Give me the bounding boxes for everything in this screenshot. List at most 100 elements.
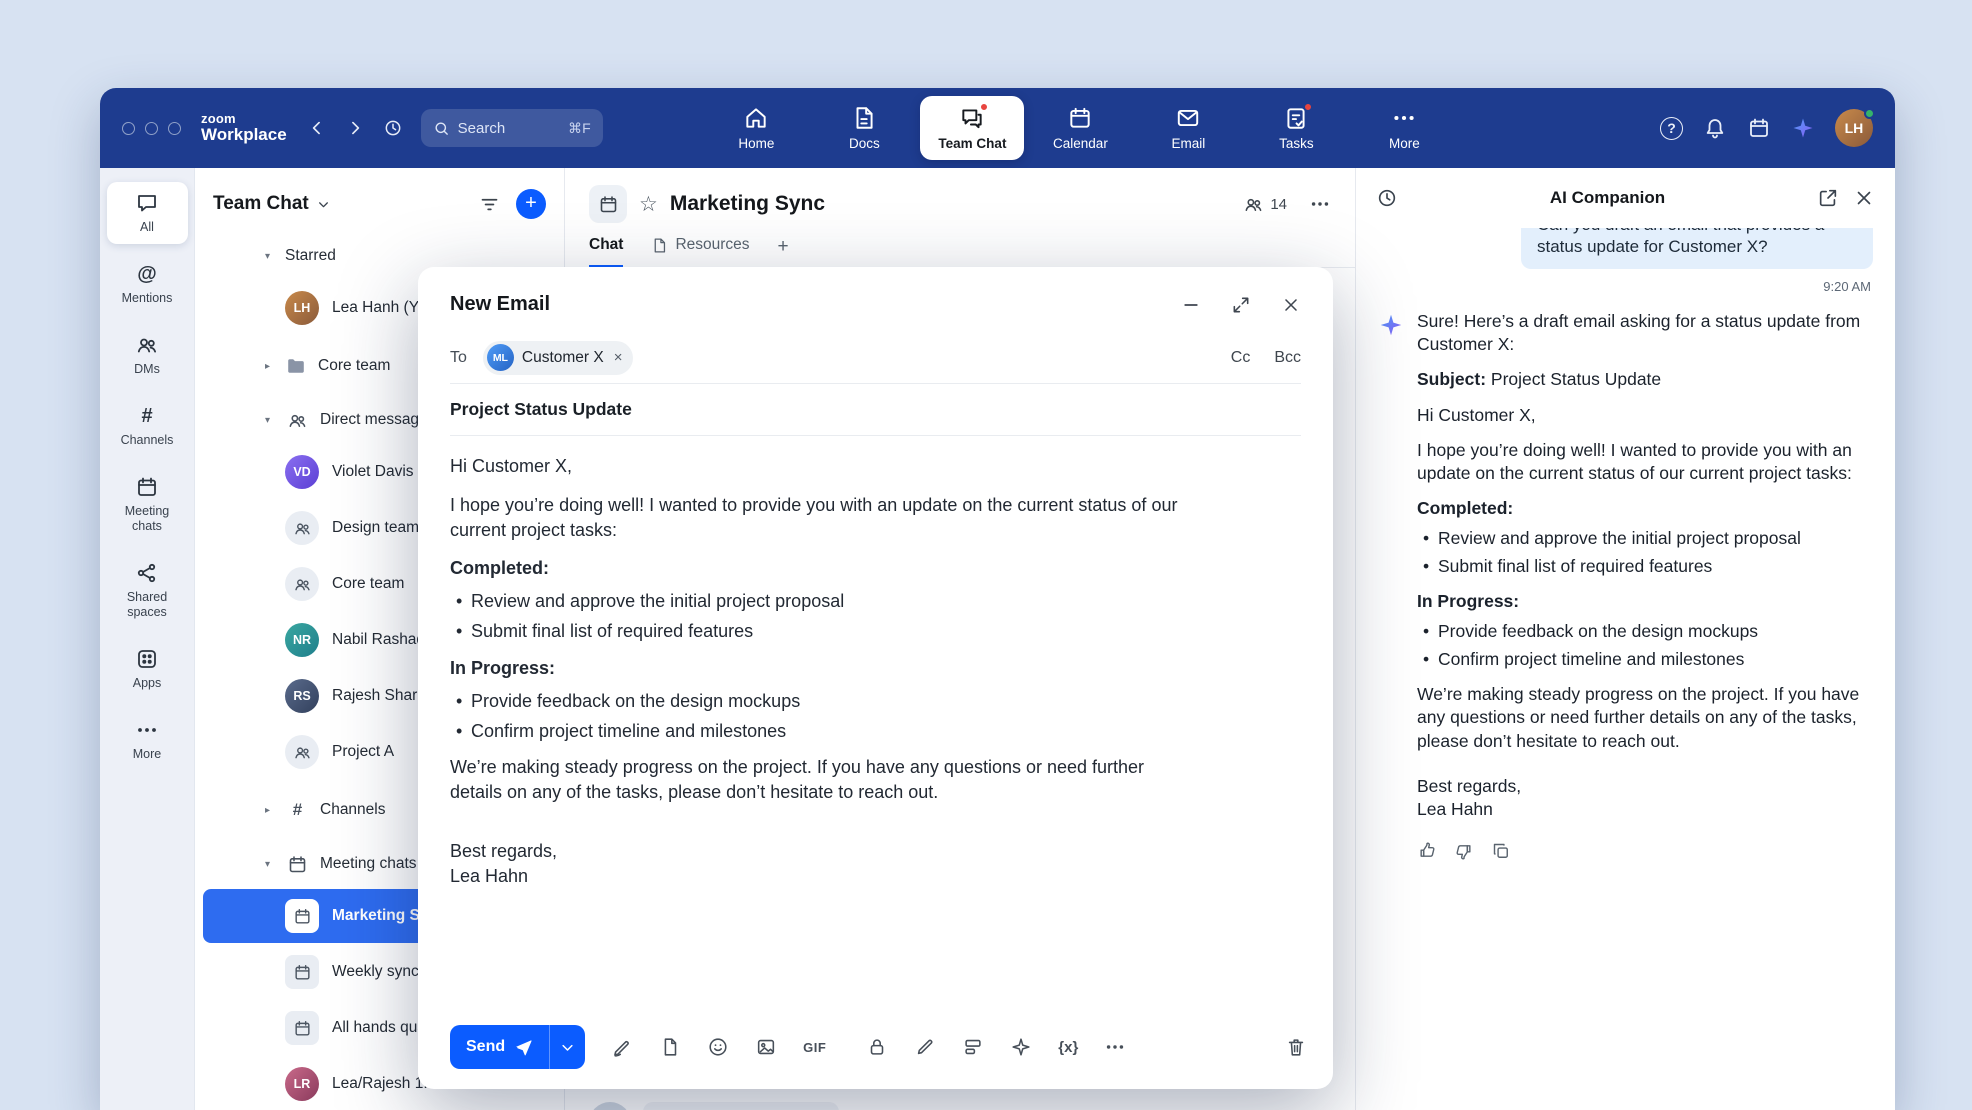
search-input[interactable]: Search ⌘F xyxy=(421,109,603,147)
logo-workplace: Workplace xyxy=(201,126,287,144)
channel-more-icon[interactable] xyxy=(1309,193,1331,215)
caret-down-icon: ▾ xyxy=(265,859,279,870)
group-icon xyxy=(285,511,319,545)
tasks-notification-dot xyxy=(1303,102,1313,112)
rail-item-all[interactable]: All xyxy=(107,182,188,244)
tab-chat[interactable]: Chat xyxy=(589,236,623,268)
more-options-icon[interactable] xyxy=(1104,1036,1126,1058)
new-chat-button[interactable]: + xyxy=(516,189,546,219)
team-chat-title-dropdown[interactable]: Team Chat xyxy=(213,193,330,215)
ai-history-icon[interactable] xyxy=(1376,187,1398,209)
fullscreen-window-button[interactable] xyxy=(168,122,181,135)
send-button[interactable]: Send xyxy=(450,1025,549,1069)
team-chat-icon xyxy=(959,105,985,131)
meeting-calendar-icon xyxy=(285,899,319,933)
history-icon[interactable] xyxy=(383,118,403,138)
add-tab-button[interactable]: + xyxy=(778,236,789,267)
attach-file-icon[interactable] xyxy=(659,1036,681,1058)
template-icon[interactable] xyxy=(962,1036,984,1058)
rail-item-dms[interactable]: DMs xyxy=(107,324,188,386)
ai-companion-sparkle-icon[interactable] xyxy=(1791,116,1815,140)
members-button[interactable]: 14 xyxy=(1243,194,1287,215)
trash-icon[interactable] xyxy=(1285,1036,1307,1058)
message-timestamp: 9:20 AM xyxy=(1380,279,1871,294)
subject-field[interactable]: Project Status Update xyxy=(450,399,632,420)
remove-recipient-icon[interactable]: × xyxy=(614,349,623,366)
pencil-icon[interactable] xyxy=(914,1036,936,1058)
rail-item-apps[interactable]: Apps xyxy=(107,638,188,700)
ai-companion-panel: AI Companion Can you draft an email that… xyxy=(1355,168,1895,1110)
close-icon[interactable] xyxy=(1281,295,1301,315)
nav-docs[interactable]: Docs xyxy=(812,96,916,160)
nav-home[interactable]: Home xyxy=(704,96,808,160)
group-icon xyxy=(285,567,319,601)
message-text: Great discussion team! xyxy=(643,1102,839,1110)
close-panel-icon[interactable] xyxy=(1853,187,1875,209)
people-icon xyxy=(1243,194,1264,215)
hash-icon: # xyxy=(135,404,159,428)
ai-conversation[interactable]: Can you draft an email that provides a s… xyxy=(1356,228,1895,1110)
caret-right-icon: ▸ xyxy=(265,361,279,372)
home-icon xyxy=(743,105,769,131)
nav-email[interactable]: Email xyxy=(1136,96,1240,160)
ai-panel-title: AI Companion xyxy=(1412,188,1803,208)
send-options-dropdown[interactable] xyxy=(549,1025,585,1069)
logo-zoom: zoom xyxy=(201,112,287,126)
caret-right-icon: ▸ xyxy=(265,805,279,816)
recipient-chip[interactable]: ML Customer X × xyxy=(483,341,633,375)
thumbs-up-icon[interactable] xyxy=(1417,841,1437,861)
tab-resources[interactable]: Resources xyxy=(651,236,749,268)
avatar: VD xyxy=(285,455,319,489)
calendar-today-icon[interactable] xyxy=(1747,116,1771,140)
help-icon[interactable]: ? xyxy=(1660,117,1683,140)
open-in-new-icon[interactable] xyxy=(1817,187,1839,209)
calendar-icon xyxy=(1067,105,1093,131)
recipient-name: Customer X xyxy=(522,349,604,367)
group-icon xyxy=(285,735,319,769)
left-rail: All @ Mentions DMs # Channels Meeting ch… xyxy=(100,168,195,1110)
close-window-button[interactable] xyxy=(122,122,135,135)
filter-icon[interactable] xyxy=(479,194,500,215)
rail-item-more[interactable]: More xyxy=(107,709,188,771)
channel-title: Marketing Sync xyxy=(670,192,825,216)
encrypt-lock-icon[interactable] xyxy=(866,1036,888,1058)
nav-more[interactable]: More xyxy=(1352,96,1456,160)
more-icon xyxy=(135,718,159,742)
email-body-editor[interactable]: Hi Customer X, I hope you’re doing well!… xyxy=(450,454,1190,1011)
ai-compose-sparkle-icon[interactable] xyxy=(1010,1036,1032,1058)
chevron-down-icon xyxy=(317,198,330,211)
gif-icon[interactable]: GIF xyxy=(803,1036,826,1058)
rail-item-shared-spaces[interactable]: Shared spaces xyxy=(107,552,188,629)
folder-icon xyxy=(285,355,307,377)
emoji-icon[interactable] xyxy=(707,1036,729,1058)
forward-icon[interactable] xyxy=(345,118,365,138)
star-icon[interactable]: ☆ xyxy=(639,192,658,217)
ai-response-text: Sure! Here’s a draft email asking for a … xyxy=(1417,310,1869,822)
signature-icon[interactable] xyxy=(611,1036,633,1058)
rail-item-mentions[interactable]: @ Mentions xyxy=(107,253,188,315)
new-email-modal: New Email To ML Customer X × Cc Bcc Proj… xyxy=(418,267,1333,1089)
resources-icon xyxy=(651,237,668,254)
notifications-bell-icon[interactable] xyxy=(1703,116,1727,140)
avatar: RS xyxy=(285,679,319,713)
minimize-window-button[interactable] xyxy=(145,122,158,135)
image-icon[interactable] xyxy=(755,1036,777,1058)
avatar: LH xyxy=(285,291,319,325)
cc-button[interactable]: Cc xyxy=(1231,349,1251,367)
bcc-button[interactable]: Bcc xyxy=(1274,349,1301,367)
nav-tasks[interactable]: Tasks xyxy=(1244,96,1348,160)
copy-icon[interactable] xyxy=(1491,841,1511,861)
nav-team-chat[interactable]: Team Chat xyxy=(920,96,1024,160)
expand-icon[interactable] xyxy=(1231,295,1251,315)
meeting-calendar-icon xyxy=(285,1011,319,1045)
user-avatar[interactable]: LH xyxy=(1835,109,1873,147)
nav-calendar[interactable]: Calendar xyxy=(1028,96,1132,160)
minimize-icon[interactable] xyxy=(1181,295,1201,315)
back-icon[interactable] xyxy=(307,118,327,138)
thumbs-down-icon[interactable] xyxy=(1454,841,1474,861)
variables-icon[interactable]: {x} xyxy=(1058,1036,1078,1058)
search-icon xyxy=(433,120,450,137)
window-controls xyxy=(122,122,181,135)
rail-item-meeting-chats[interactable]: Meeting chats xyxy=(107,466,188,543)
rail-item-channels[interactable]: # Channels xyxy=(107,395,188,457)
